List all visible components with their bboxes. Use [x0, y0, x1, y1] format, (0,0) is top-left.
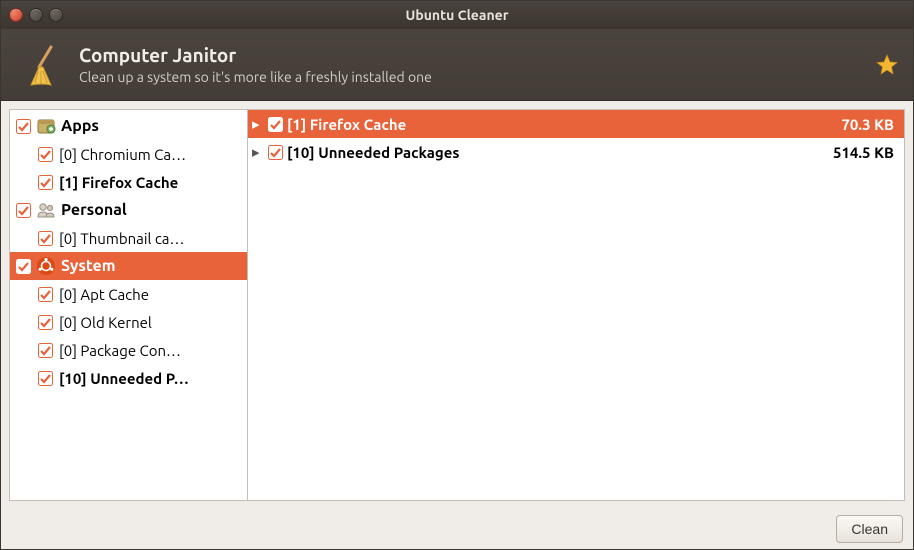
page-header: Computer Janitor Clean up a system so it… — [1, 29, 913, 101]
sidebar-item[interactable]: [10] Unneeded P… — [10, 364, 247, 392]
sidebar-item[interactable]: [1] Firefox Cache — [10, 168, 247, 196]
category-label: System — [61, 257, 116, 275]
sidebar-category-personal[interactable]: Personal — [10, 196, 247, 224]
sidebar: Apps [0] Chromium Ca… [1] Firefox Cache Per… — [10, 110, 248, 500]
content-row-label: [1] Firefox Cache — [287, 116, 406, 133]
sidebar-item[interactable]: [0] Chromium Ca… — [10, 140, 247, 168]
title-bar: Ubuntu Cleaner — [1, 1, 913, 29]
sidebar-item-label: [10] Unneeded P… — [59, 370, 189, 387]
sidebar-category-apps[interactable]: Apps — [10, 112, 247, 140]
minimize-icon[interactable] — [29, 8, 43, 22]
category-label: Apps — [61, 117, 99, 135]
content-row[interactable]: ▸ [1] Firefox Cache 70.3 KB — [248, 110, 904, 138]
sidebar-item[interactable]: [0] Old Kernel — [10, 308, 247, 336]
clean-button[interactable]: Clean — [836, 515, 903, 543]
sidebar-item-label: [0] Old Kernel — [59, 314, 152, 331]
sidebar-item[interactable]: [0] Package Con… — [10, 336, 247, 364]
main-panel: Apps [0] Chromium Ca… [1] Firefox Cache Per… — [9, 109, 905, 501]
window-title: Ubuntu Cleaner — [1, 7, 913, 23]
personal-icon — [35, 199, 57, 221]
maximize-icon[interactable] — [49, 8, 63, 22]
sidebar-item[interactable]: [0] Thumbnail ca… — [10, 224, 247, 252]
category-label: Personal — [61, 201, 127, 219]
window-controls — [9, 8, 63, 22]
header-subtitle: Clean up a system so it's more like a fr… — [79, 69, 875, 85]
sidebar-item[interactable]: [0] Apt Cache — [10, 280, 247, 308]
sidebar-category-system[interactable]: System — [10, 252, 247, 280]
sidebar-item-label: [1] Firefox Cache — [59, 174, 178, 191]
apps-icon — [35, 115, 57, 137]
star-icon[interactable] — [875, 53, 899, 77]
content-row-label: [10] Unneeded Packages — [287, 144, 459, 161]
broom-icon — [19, 41, 67, 89]
content-row[interactable]: ▸ [10] Unneeded Packages 514.5 KB — [248, 138, 904, 166]
sidebar-item-label: [0] Thumbnail ca… — [59, 230, 184, 247]
content-row-size: 514.5 KB — [833, 144, 894, 161]
content-row-size: 70.3 KB — [841, 116, 894, 133]
bottom-bar: Clean — [1, 509, 913, 549]
system-icon — [35, 255, 57, 277]
expand-arrow-icon[interactable]: ▸ — [252, 115, 264, 133]
sidebar-item-label: [0] Chromium Ca… — [59, 146, 186, 163]
expand-arrow-icon[interactable]: ▸ — [252, 143, 264, 161]
content-panel: ▸ [1] Firefox Cache 70.3 KB ▸ [10] Unneeded … — [248, 110, 904, 500]
sidebar-item-label: [0] Apt Cache — [59, 286, 149, 303]
header-title: Computer Janitor — [79, 44, 875, 67]
close-icon[interactable] — [9, 8, 23, 22]
sidebar-item-label: [0] Package Con… — [59, 342, 181, 359]
